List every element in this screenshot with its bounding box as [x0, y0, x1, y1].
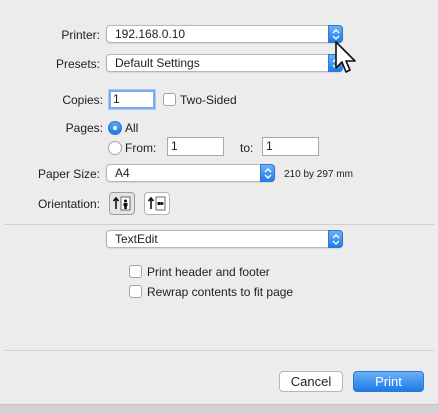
- rewrap-contents-checkbox[interactable]: [129, 285, 142, 298]
- printer-popup[interactable]: 192.168.0.10: [106, 25, 343, 43]
- pages-to-field[interactable]: 1: [262, 137, 319, 156]
- copies-field[interactable]: 1: [109, 90, 155, 109]
- app-section-value: TextEdit: [115, 232, 158, 246]
- presets-label: Presets:: [55, 57, 100, 71]
- popup-arrows-icon: [328, 230, 343, 248]
- two-sided-label: Two-Sided: [180, 93, 237, 107]
- orientation-label: Orientation:: [37, 197, 100, 211]
- print-dialog: Printer: 192.168.0.10 Presets: Default S…: [0, 0, 438, 414]
- orientation-landscape-button[interactable]: [144, 192, 170, 215]
- pages-from-label: From:: [125, 141, 157, 155]
- paper-size-label: Paper Size:: [37, 167, 100, 181]
- paper-size-value: A4: [115, 166, 130, 180]
- printer-label: Printer:: [61, 28, 100, 42]
- pages-all-radio[interactable]: [108, 121, 122, 135]
- presets-popup[interactable]: Default Settings: [106, 54, 343, 72]
- printer-value: 192.168.0.10: [115, 27, 186, 41]
- pages-all-label: All: [125, 121, 139, 135]
- popup-arrows-icon: [260, 164, 275, 182]
- paper-dimensions: 210 by 297 mm: [284, 169, 353, 180]
- portrait-icon: [112, 196, 131, 211]
- divider: [4, 224, 434, 225]
- two-sided-checkbox[interactable]: [163, 93, 176, 106]
- presets-value: Default Settings: [115, 56, 200, 70]
- pages-to-label: to:: [240, 141, 254, 155]
- print-header-footer-checkbox[interactable]: [129, 265, 142, 278]
- copies-label: Copies:: [62, 93, 103, 107]
- print-header-footer-label: Print header and footer: [147, 265, 270, 279]
- mouse-pointer-icon: [335, 41, 356, 73]
- landscape-icon: [147, 196, 166, 211]
- print-button[interactable]: Print: [353, 371, 424, 392]
- orientation-portrait-button[interactable]: [109, 192, 135, 215]
- app-section-popup[interactable]: TextEdit: [106, 230, 343, 248]
- rewrap-contents-label: Rewrap contents to fit page: [147, 285, 294, 299]
- cancel-button[interactable]: Cancel: [279, 371, 343, 392]
- footer-divider: [4, 350, 434, 351]
- pages-from-radio[interactable]: [108, 141, 122, 155]
- pages-from-field[interactable]: 1: [167, 137, 224, 156]
- paper-size-popup[interactable]: A4: [106, 164, 275, 182]
- pages-label: Pages:: [65, 121, 103, 135]
